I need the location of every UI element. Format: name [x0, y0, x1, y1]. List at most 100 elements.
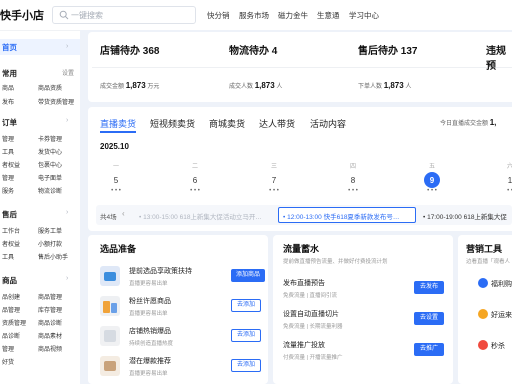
sidebar-item[interactable]: 带货资质管理: [38, 97, 74, 106]
chevron-right-icon: ›: [66, 43, 69, 50]
marketing-tool[interactable]: 福利购: [491, 279, 512, 289]
product-prep-title: 选品准备: [100, 244, 137, 254]
weekday-label: 一: [112, 164, 119, 170]
publish-preview-button[interactable]: 去发布: [414, 281, 444, 294]
sidebar-item[interactable]: 工具: [2, 252, 14, 261]
calendar-day[interactable]: 7: [264, 176, 284, 185]
calendar-day[interactable]: 8: [343, 176, 363, 185]
tab-mall[interactable]: 商城卖货: [209, 117, 245, 130]
calendar-day[interactable]: 5: [106, 176, 126, 185]
sidebar-item[interactable]: 工作台: [2, 226, 20, 235]
marketing-tool[interactable]: 秒杀: [491, 341, 505, 351]
topnav-item-service-market[interactable]: 服务市场: [239, 10, 269, 21]
calendar-day-selected[interactable]: 9: [422, 176, 442, 185]
traffic-item-name: 发布直播预告: [283, 280, 325, 287]
sidebar-item[interactable]: 服务工单: [38, 226, 62, 235]
timeline-session[interactable]: • 17:00-19:00 618上新集大促: [423, 211, 512, 225]
sidebar-item[interactable]: 商品资质: [38, 83, 62, 92]
add-button[interactable]: 去添加: [231, 329, 261, 342]
sidebar-item[interactable]: 管理: [2, 344, 14, 353]
topnav-item-shengyitong[interactable]: 生意通: [317, 10, 340, 21]
topnav-item-learning-center[interactable]: 学习中心: [349, 10, 379, 21]
stat-store-todo[interactable]: 店铺待办 368: [100, 42, 159, 57]
calendar-month[interactable]: 2025.10: [100, 142, 129, 151]
sidebar-group-orders[interactable]: 订单: [2, 117, 17, 128]
add-button[interactable]: 去添加: [231, 359, 261, 372]
product-name: 店铺热销爆品: [129, 328, 171, 335]
active-tab-indicator: [100, 131, 136, 133]
stat-aftersales-todo[interactable]: 售后待办 137: [358, 42, 417, 57]
product-desc: 直播更容易出单: [129, 281, 168, 287]
product-desc: 直播更容易出单: [129, 311, 168, 317]
sidebar-item[interactable]: 发布: [2, 97, 14, 106]
traffic-item-desc: 付费流量 | 开播流量推广: [283, 355, 343, 361]
app-logo[interactable]: 快手小店: [0, 7, 44, 23]
topnav-item-magnetic-niu[interactable]: 磁力金牛: [278, 10, 308, 21]
flash-sale-icon: [478, 340, 488, 350]
chevron-left-icon[interactable]: ‹: [122, 209, 125, 218]
sidebar-item[interactable]: 商品: [2, 83, 14, 92]
sidebar-item[interactable]: 商品管理: [38, 292, 62, 301]
stat-gmv: 成交金额 1,873 万元: [100, 81, 160, 90]
traffic-item-desc: 免费流量 | 长期流量利器: [283, 324, 343, 330]
sidebar-item[interactable]: 品诊断: [2, 331, 20, 340]
tab-activity[interactable]: 活动内容: [310, 117, 346, 130]
add-button[interactable]: 去添加: [231, 299, 261, 312]
timeline-count: 共4场: [100, 214, 117, 221]
sidebar-item[interactable]: 包裹中心: [38, 160, 62, 169]
sidebar-item[interactable]: 管理: [2, 173, 14, 182]
search-placeholder: 一键搜索: [71, 11, 103, 20]
sidebar-item[interactable]: 卡券管理: [38, 134, 62, 143]
sidebar-item[interactable]: 品管理: [2, 305, 20, 314]
sidebar-item[interactable]: 者权益: [2, 160, 20, 169]
tab-short-video[interactable]: 短视频卖货: [150, 117, 195, 130]
sidebar-item[interactable]: 工具: [2, 147, 14, 156]
marketing-subtitle: 边看直播「观看人: [466, 259, 511, 265]
traffic-subtitle: 提前做直播预告流量、并做好付费投流计划: [283, 259, 388, 265]
product-desc: 直播更容易出单: [129, 371, 168, 377]
marketing-tool[interactable]: 好运来: [491, 310, 512, 320]
sidebar-item[interactable]: 管理: [2, 134, 14, 143]
sidebar-group-after-sales[interactable]: 售后: [2, 209, 17, 220]
sidebar-item[interactable]: 小额打款: [38, 239, 62, 248]
calendar-day[interactable]: 6: [185, 176, 205, 185]
product-name: 粉丝许愿商品: [129, 298, 171, 305]
sidebar-item[interactable]: 服务: [2, 186, 14, 195]
sidebar-item[interactable]: 库存管理: [38, 305, 62, 314]
traffic-title: 流量蓄水: [283, 244, 320, 254]
setup-clip-button[interactable]: 去设置: [414, 312, 444, 325]
calendar-day[interactable]: 1: [500, 176, 512, 185]
promote-button[interactable]: 去推广: [414, 343, 444, 356]
traffic-item-name: 流量推广投放: [283, 342, 325, 349]
sidebar-item[interactable]: 电子面单: [38, 173, 62, 182]
sidebar-item[interactable]: 好货: [2, 357, 14, 366]
stat-violation[interactable]: 违规预: [486, 42, 512, 72]
tab-influencer[interactable]: 达人带货: [259, 117, 295, 130]
session-dots: • • •: [348, 188, 358, 194]
sidebar-item[interactable]: 资质管理: [2, 318, 26, 327]
sidebar-item[interactable]: 者权益: [2, 239, 20, 248]
stat-logistics-todo[interactable]: 物流待办 4: [229, 42, 277, 57]
sidebar-item[interactable]: 发货中心: [38, 147, 62, 156]
search-input[interactable]: 一键搜索: [52, 6, 196, 24]
timeline-session[interactable]: • 13:00-15:00 618上新集大促活动立马开…: [139, 211, 275, 225]
sidebar-item[interactable]: 商品素材: [38, 331, 62, 340]
weekday-label: 四: [349, 164, 356, 170]
sidebar-group-products[interactable]: 商品: [2, 275, 17, 286]
session-dots: • • •: [269, 188, 279, 194]
add-product-button[interactable]: 添加商品: [231, 269, 265, 282]
session-dots: • • •: [190, 188, 200, 194]
sidebar-item[interactable]: 商品诊断: [38, 318, 62, 327]
topnav-item-kuaifenxiao[interactable]: 快分销: [207, 10, 230, 21]
sidebar-item[interactable]: 品创建: [2, 292, 20, 301]
product-name: 提前选品享政策扶持: [129, 268, 192, 275]
sidebar-item[interactable]: 物流诊断: [38, 186, 62, 195]
sidebar-item[interactable]: 商品视频: [38, 344, 62, 353]
product-image: [100, 296, 120, 316]
lucky-icon: [478, 309, 488, 319]
sidebar-settings-link[interactable]: 设置: [62, 68, 74, 77]
sidebar-group-common[interactable]: 常用: [2, 68, 17, 79]
sidebar-item[interactable]: 售后小助手: [38, 252, 68, 261]
tab-live-selling[interactable]: 直播卖货: [100, 117, 136, 130]
gift-icon: [478, 278, 488, 288]
